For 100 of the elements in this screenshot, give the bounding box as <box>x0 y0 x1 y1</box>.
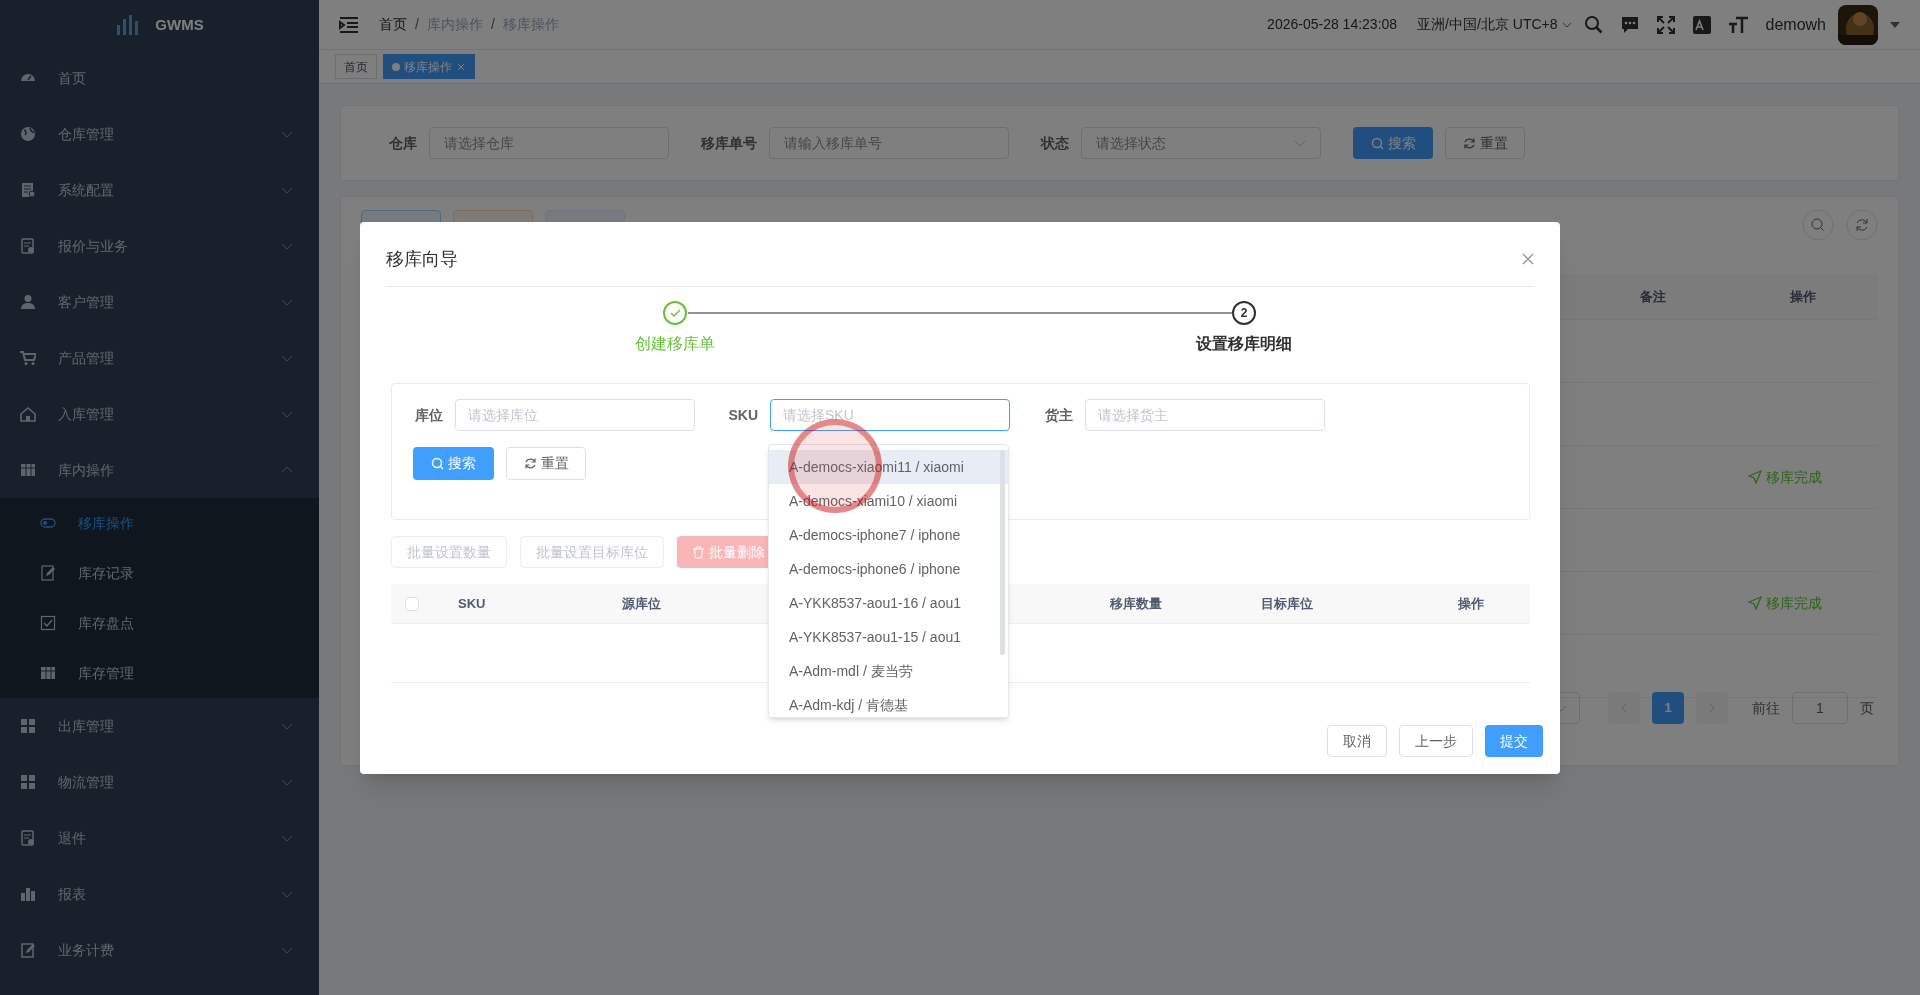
chevron-left-icon <box>1620 703 1628 713</box>
breadcrumb-item[interactable]: 首页 <box>379 14 407 35</box>
fullscreen-icon[interactable] <box>1655 14 1676 35</box>
footer-button[interactable]: 取消 <box>1327 725 1387 757</box>
document-icon <box>20 182 36 198</box>
refresh-icon <box>523 457 537 470</box>
report-icon <box>20 830 36 846</box>
chevron-down-icon <box>281 241 293 251</box>
chat-icon[interactable] <box>1619 14 1640 35</box>
search-icon[interactable] <box>1802 209 1834 241</box>
dropdown-option[interactable]: A-YKK8537-aou1-16 / aou1 <box>769 586 1008 620</box>
username[interactable]: demowh <box>1765 12 1826 37</box>
chevron-down-icon <box>281 129 293 139</box>
scrollbar-thumb[interactable] <box>1000 450 1005 655</box>
menu-item[interactable]: 报表 <box>0 866 319 922</box>
step-label: 创建移库单 <box>635 334 715 354</box>
menu-item[interactable]: 库内操作 <box>0 442 319 498</box>
input-field[interactable]: 请选择库位 <box>455 399 695 431</box>
check-icon <box>669 308 681 318</box>
input-field[interactable]: 请选择货主 <box>1085 399 1325 431</box>
menu-item[interactable]: 业务计费 <box>0 922 319 978</box>
breadcrumb-separator: / <box>415 15 419 34</box>
footer-button[interactable]: 提交 <box>1485 725 1543 757</box>
table-icon <box>20 462 36 478</box>
footer-button[interactable]: 上一步 <box>1399 725 1473 757</box>
chevron-down-icon <box>1294 138 1306 148</box>
menu-item[interactable]: 物流管理 <box>0 754 319 810</box>
field-label: 仓库 <box>389 133 417 153</box>
dropdown-option[interactable]: A-democs-iphone6 / iphone <box>769 552 1008 586</box>
chevron-down-icon <box>281 185 293 195</box>
menu-icon[interactable] <box>339 15 359 34</box>
dropdown-option[interactable]: A-YKK8537-aou1-15 / aou1 <box>769 620 1008 654</box>
tab[interactable]: 移库操作 <box>383 54 475 79</box>
column-header: 移库数量 <box>1110 594 1162 613</box>
page-button[interactable]: 1 <box>1652 692 1684 724</box>
submenu-item[interactable]: 库存盘点 <box>0 598 319 648</box>
translate-icon[interactable] <box>1691 14 1712 35</box>
chevron-down-icon <box>281 889 293 899</box>
home-icon <box>20 406 36 422</box>
batch-button[interactable]: 批量设置目标库位 <box>520 536 664 568</box>
breadcrumb-separator: / <box>490 15 495 34</box>
input-field[interactable]: 请选择SKU <box>770 399 1010 431</box>
field-label: 移库单号 <box>701 133 757 153</box>
dropdown-option[interactable]: A-Adm-kdj / 肯德基 <box>769 688 1008 717</box>
report-icon <box>20 238 36 254</box>
submenu-item[interactable]: 库存管理 <box>0 648 319 698</box>
column-header: 目标库位 <box>1261 594 1313 613</box>
search-button[interactable]: 搜索 <box>1353 127 1433 159</box>
close-icon[interactable] <box>1522 253 1534 265</box>
search-icon[interactable] <box>1583 14 1604 35</box>
grid-icon <box>20 774 36 790</box>
logo-icon <box>115 15 140 35</box>
chevron-down-icon <box>281 833 293 843</box>
chevron-down-icon <box>281 409 293 419</box>
dropdown-option[interactable]: A-Adm-mdl / 麦当劳 <box>769 654 1008 688</box>
menu-item[interactable]: 系统配置 <box>0 162 319 218</box>
reset-button[interactable]: 重置 <box>1445 127 1525 159</box>
chevron-down-icon <box>281 721 293 731</box>
field-label: SKU <box>728 405 758 425</box>
batch-button[interactable]: 批量设置数量 <box>391 536 507 568</box>
menu-item[interactable]: 客户管理 <box>0 274 319 330</box>
table-icon <box>40 665 56 681</box>
menu-item[interactable]: 退件 <box>0 810 319 866</box>
globe-icon <box>20 126 36 142</box>
chevron-down-icon <box>281 297 293 307</box>
toggle-icon <box>40 515 56 531</box>
checkbox[interactable] <box>405 596 419 611</box>
submenu-item[interactable]: 移库操作 <box>0 498 319 548</box>
submenu-item[interactable]: 库存记录 <box>0 548 319 598</box>
menu-item[interactable]: 出库管理 <box>0 698 319 754</box>
action-link[interactable]: 移库完成 <box>1748 592 1822 614</box>
menu-item[interactable]: 报价与业务 <box>0 218 319 274</box>
field-label: 货主 <box>1044 405 1073 425</box>
action-link[interactable]: 移库完成 <box>1748 466 1822 488</box>
reset-button[interactable]: 重置 <box>506 447 586 480</box>
send-icon <box>1748 470 1762 484</box>
font-size-icon[interactable] <box>1727 14 1750 35</box>
edit-icon <box>20 942 36 958</box>
dialog-title: 移库向导 <box>386 247 458 271</box>
field-label: 状态 <box>1041 133 1069 153</box>
field-label: 库位 <box>414 405 443 425</box>
grid-icon <box>20 718 36 734</box>
column-header: 备注 <box>1639 287 1667 306</box>
search-icon <box>431 457 444 470</box>
refresh-icon[interactable] <box>1846 209 1878 241</box>
menu-item[interactable]: 入库管理 <box>0 386 319 442</box>
page-input[interactable]: 1 <box>1792 692 1848 724</box>
column-header: SKU <box>458 594 486 613</box>
dropdown-option[interactable]: A-democs-iphone7 / iphone <box>769 518 1008 552</box>
timezone-select[interactable]: 亚洲/中国/北京 UTC+8 <box>1417 14 1572 35</box>
menu-item[interactable]: 仓库管理 <box>0 106 319 162</box>
caret-icon[interactable] <box>1890 20 1900 29</box>
checkbox-icon <box>40 615 56 631</box>
datetime: 2026-05-28 14:23:08 <box>1267 15 1398 34</box>
page-unit: 页 <box>1860 698 1874 718</box>
app-name: GWMS <box>155 14 204 35</box>
tab[interactable]: 首页 <box>335 54 377 79</box>
menu-item[interactable]: 产品管理 <box>0 330 319 386</box>
menu-item[interactable]: 首页 <box>0 50 319 106</box>
search-button[interactable]: 搜索 <box>413 447 494 480</box>
